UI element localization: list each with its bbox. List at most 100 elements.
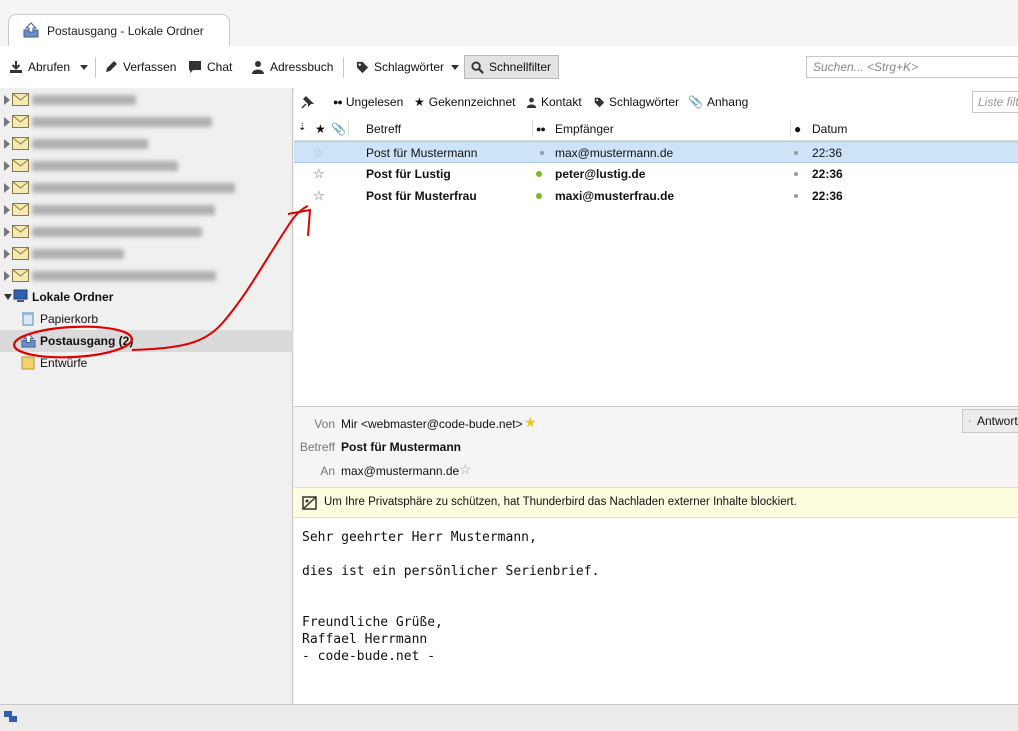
- filter-list-input[interactable]: Liste filtern: [972, 91, 1018, 113]
- folder-outbox[interactable]: Postausgang (2): [0, 330, 293, 352]
- column-date[interactable]: Datum: [812, 122, 847, 136]
- unread-status-dot[interactable]: [536, 171, 542, 177]
- thread-column-icon[interactable]: ⇣: [298, 122, 306, 133]
- column-subject[interactable]: Betreff: [366, 122, 401, 136]
- tab-title: Postausgang - Lokale Ordner: [47, 24, 204, 38]
- column-divider: [532, 121, 533, 137]
- mail-account-icon: [12, 137, 29, 150]
- write-button[interactable]: Verfassen: [104, 57, 176, 77]
- pin-icon: [301, 96, 314, 109]
- filter-starred[interactable]: ★ Gekennzeichnet: [414, 95, 516, 109]
- redacted-account-name: [32, 117, 212, 127]
- star-outline-icon[interactable]: ☆: [459, 461, 472, 478]
- subject-label: Betreff: [299, 440, 335, 454]
- computer-icon: [13, 289, 28, 302]
- mail-account-icon: [12, 159, 29, 172]
- attachment-column-icon[interactable]: 📎: [331, 122, 346, 136]
- toolbar-separator: [343, 57, 344, 78]
- expand-arrow-icon[interactable]: [4, 205, 10, 215]
- filter-unread[interactable]: ●● Ungelesen: [333, 95, 403, 109]
- column-divider: [790, 121, 791, 137]
- to-label: An: [320, 464, 335, 478]
- drafts-folder-icon: [21, 356, 35, 370]
- junk-status-dot[interactable]: [794, 151, 798, 155]
- junk-column-icon[interactable]: ●: [794, 122, 801, 136]
- column-recipient[interactable]: Empfänger: [555, 122, 614, 136]
- mail-account-icon: [12, 93, 29, 106]
- collapse-arrow-icon[interactable]: [4, 294, 12, 300]
- thread-header: ⇣ ★ 📎 Betreff ●● Empfänger ● Datum: [294, 118, 1018, 141]
- star-icon[interactable]: ☆: [313, 166, 325, 182]
- account-row[interactable]: [0, 221, 293, 243]
- table-row[interactable]: ☆ Post für Lustig peter@lustig.de 22:36: [294, 163, 1018, 185]
- redacted-account-name: [32, 205, 215, 215]
- download-icon: [10, 61, 22, 73]
- folder-drafts[interactable]: Entwürfe: [0, 352, 293, 374]
- reply-arrow-icon: [969, 420, 971, 422]
- expand-arrow-icon[interactable]: [4, 271, 10, 281]
- expand-arrow-icon[interactable]: [4, 227, 10, 237]
- table-row[interactable]: ☆ Post für Musterfrau maxi@musterfrau.de…: [294, 185, 1018, 207]
- chat-button[interactable]: Chat: [188, 57, 232, 77]
- account-row[interactable]: [0, 155, 293, 177]
- expand-arrow-icon[interactable]: [4, 139, 10, 149]
- to-value[interactable]: max@mustermann.de: [341, 464, 459, 478]
- person-icon: [252, 61, 264, 74]
- folder-trash[interactable]: Papierkorb: [0, 308, 293, 330]
- expand-arrow-icon[interactable]: [4, 161, 10, 171]
- mail-account-icon: [12, 115, 29, 128]
- unread-status-dot[interactable]: [536, 193, 542, 199]
- account-row[interactable]: [0, 243, 293, 265]
- star-icon[interactable]: ☆: [313, 188, 325, 204]
- account-row[interactable]: [0, 265, 293, 287]
- expand-arrow-icon[interactable]: [4, 95, 10, 105]
- redacted-account-name: [32, 271, 216, 281]
- redacted-account-name: [32, 183, 235, 193]
- account-row[interactable]: [0, 89, 293, 111]
- outbox-icon: [23, 22, 39, 38]
- folder-local-folders[interactable]: Lokale Ordner: [0, 286, 293, 308]
- tab-postausgang[interactable]: Postausgang - Lokale Ordner: [8, 14, 230, 46]
- status-bar: [0, 704, 1018, 731]
- column-divider: [348, 121, 349, 137]
- get-mail-button[interactable]: Abrufen: [9, 57, 70, 77]
- search-input[interactable]: Suchen... <Strg+K>: [806, 56, 1018, 78]
- star-icon[interactable]: ★: [524, 414, 537, 431]
- junk-status-dot[interactable]: [794, 172, 798, 176]
- quick-filter-button[interactable]: Schnellfilter: [464, 55, 559, 79]
- from-label: Von: [314, 417, 335, 431]
- reply-button[interactable]: Antworten: [962, 409, 1018, 433]
- quick-filter-bar: ●● Ungelesen ★ Gekennzeichnet Kontakt Sc…: [294, 88, 1018, 119]
- account-row[interactable]: [0, 177, 293, 199]
- online-status-icon[interactable]: [3, 710, 19, 724]
- tags-button[interactable]: Schlagwörter: [356, 57, 460, 77]
- read-status-dot[interactable]: [540, 151, 544, 155]
- redacted-account-name: [32, 139, 148, 149]
- folder-pane: Lokale Ordner Papierkorb Postausgang (2)…: [0, 88, 293, 704]
- filter-contact[interactable]: Kontakt: [526, 95, 582, 109]
- address-book-button[interactable]: Adressbuch: [251, 57, 333, 77]
- mail-account-icon: [12, 269, 29, 282]
- junk-status-dot[interactable]: [794, 194, 798, 198]
- star-icon[interactable]: ☆: [313, 145, 325, 161]
- star-column-icon[interactable]: ★: [315, 122, 326, 136]
- account-row[interactable]: [0, 133, 293, 155]
- expand-arrow-icon[interactable]: [4, 117, 10, 127]
- redacted-account-name: [32, 95, 136, 105]
- subject-value: Post für Mustermann: [341, 440, 462, 454]
- account-row[interactable]: [0, 199, 293, 221]
- read-status-column-icon[interactable]: ●●: [536, 124, 546, 134]
- paperclip-icon: 📎: [688, 95, 703, 109]
- toolbar-separator: [95, 57, 96, 78]
- expand-arrow-icon[interactable]: [4, 183, 10, 193]
- get-mail-dropdown[interactable]: [80, 57, 88, 77]
- from-value[interactable]: Mir <webmaster@code-bude.net>: [341, 417, 523, 431]
- expand-arrow-icon[interactable]: [4, 249, 10, 259]
- sticky-pin-button[interactable]: [301, 95, 315, 109]
- filter-tags[interactable]: Schlagwörter: [594, 95, 679, 109]
- table-row[interactable]: ☆ Post für Mustermann max@mustermann.de …: [294, 141, 1018, 163]
- account-row[interactable]: [0, 111, 293, 133]
- tag-icon: [594, 97, 605, 107]
- tag-icon: [356, 61, 369, 73]
- filter-attachment[interactable]: 📎 Anhang: [688, 95, 748, 109]
